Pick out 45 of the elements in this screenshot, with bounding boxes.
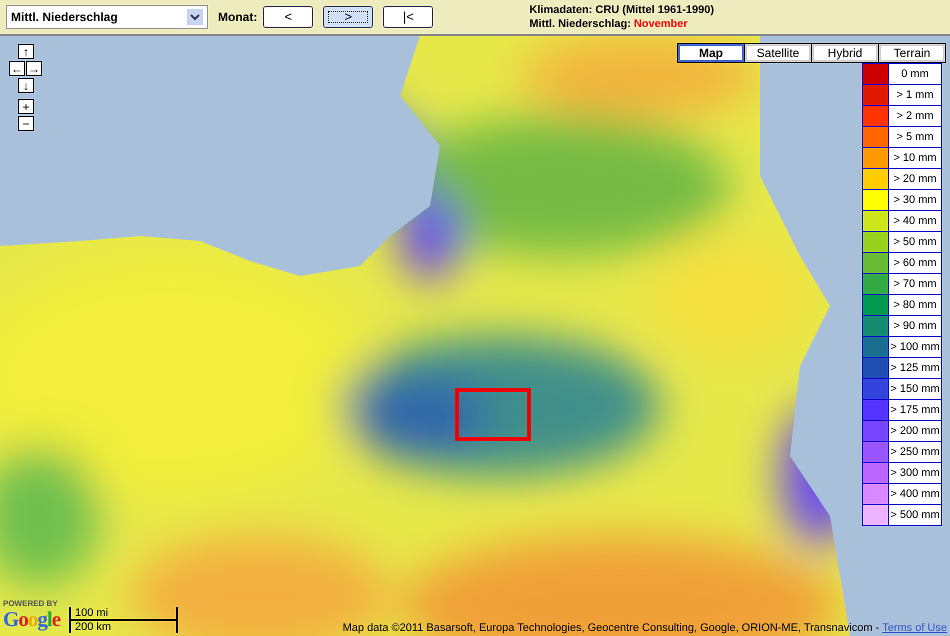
previous-month-button[interactable]: < [263,6,314,28]
legend-label: > 250 mm [889,442,941,462]
legend-label: > 125 mm [889,358,941,378]
pan-up-button[interactable]: ↑ [18,44,34,59]
legend-label: > 200 mm [889,421,941,441]
map-type-tab[interactable]: Satellite [745,44,811,62]
legend-label: > 100 mm [889,337,941,357]
map-type-tab[interactable]: Terrain [879,44,945,62]
next-month-button[interactable]: > [323,6,374,28]
month-label: Monat: [218,9,258,26]
legend-label: > 70 mm [889,274,941,294]
legend-label: 0 mm [889,64,941,84]
dataset-dropdown[interactable]: Mittl. Niederschlag [6,5,208,29]
legend-label: > 150 mm [889,379,941,399]
pan-left-button[interactable]: ← [9,61,25,76]
legend-label: > 1 mm [889,85,941,105]
legend-label: > 2 mm [889,106,941,126]
selected-month: November [634,17,688,31]
legend-label: > 40 mm [889,211,941,231]
legend-label: > 50 mm [889,232,941,252]
legend-label: > 175 mm [889,400,941,420]
legend-label: > 10 mm [889,148,941,168]
precipitation-map-drawing[interactable] [0,36,950,636]
variable-label: Mittl. Niederschlag: [529,17,631,31]
zoom-in-button[interactable]: + [18,99,34,114]
legend-label: > 20 mm [889,169,941,189]
legend-label: > 500 mm [889,505,941,525]
map-type-tab[interactable]: Hybrid [812,44,878,62]
legend-label: > 5 mm [889,127,941,147]
scale-bar: 100 mi 200 km [69,607,178,633]
logo[interactable]: Google [3,608,60,630]
first-month-button[interactable]: |< [383,6,434,28]
legend-label: > 80 mm [889,295,941,315]
chevron-down-icon [187,9,203,25]
pan-down-button[interactable]: ↓ [18,78,34,93]
pan-right-button[interactable]: → [26,61,42,76]
map-type-tab[interactable]: Map [678,44,744,62]
legend-label: > 60 mm [889,253,941,273]
legend-label: > 90 mm [889,316,941,336]
climate-data-info: Klimadaten: CRU (Mittel 1961-1990) [529,3,714,17]
legend-label: > 30 mm [889,190,941,210]
zoom-out-button[interactable]: − [18,116,34,131]
legend-label: > 300 mm [889,463,941,483]
powered-by-label: POWERED BY [3,599,58,608]
legend-label: > 400 mm [889,484,941,504]
